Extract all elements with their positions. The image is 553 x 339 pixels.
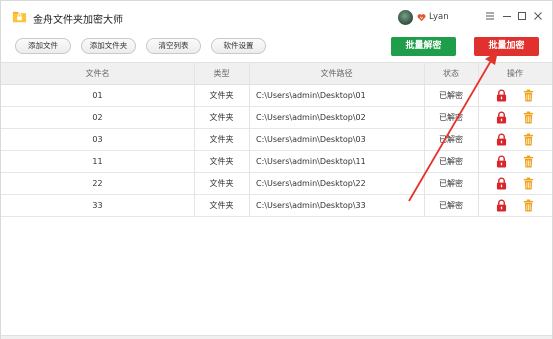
trash-icon[interactable] xyxy=(523,89,534,102)
cell-type: 文件夹 xyxy=(209,201,234,210)
title-bar: 金舟文件夹加密大师 Lyan xyxy=(1,1,552,34)
cell-path: C:\Users\admin\Desktop\11 xyxy=(256,157,366,166)
lock-icon[interactable] xyxy=(496,111,507,124)
app-window: 金舟文件夹加密大师 Lyan 添加文件 添加文件夹 清空列表 软件设置 批量解密… xyxy=(0,0,553,339)
batch-decrypt-button[interactable]: 批量解密 xyxy=(391,37,456,56)
header-name[interactable]: 文件名 xyxy=(1,63,194,84)
clear-list-button[interactable]: 清空列表 xyxy=(146,38,201,54)
lock-icon[interactable] xyxy=(496,89,507,102)
table-row[interactable]: 33 文件夹 C:\Users\admin\Desktop\33 已解密 xyxy=(1,195,552,217)
close-icon[interactable] xyxy=(532,10,544,22)
lock-icon[interactable] xyxy=(496,199,507,212)
cell-status: 已解密 xyxy=(439,157,463,166)
toolbar: 添加文件 添加文件夹 清空列表 软件设置 批量解密 批量加密 xyxy=(1,34,552,62)
status-bar xyxy=(1,335,552,339)
trash-icon[interactable] xyxy=(523,155,534,168)
lock-icon[interactable] xyxy=(496,177,507,190)
trash-icon[interactable] xyxy=(523,199,534,212)
trash-icon[interactable] xyxy=(523,111,534,124)
folder-lock-icon xyxy=(12,11,27,23)
settings-button[interactable]: 软件设置 xyxy=(211,38,266,54)
cell-name: 01 xyxy=(92,91,103,100)
header-action: 操作 xyxy=(507,69,523,78)
trash-icon[interactable] xyxy=(523,133,534,146)
cell-status: 已解密 xyxy=(439,91,463,100)
table-row[interactable]: 02 文件夹 C:\Users\admin\Desktop\02 已解密 xyxy=(1,107,552,129)
batch-encrypt-button[interactable]: 批量加密 xyxy=(474,37,539,56)
avatar[interactable] xyxy=(398,10,413,25)
cell-action xyxy=(478,195,552,216)
table-row[interactable]: 03 文件夹 C:\Users\admin\Desktop\03 已解密 xyxy=(1,129,552,151)
add-file-button[interactable]: 添加文件 xyxy=(15,38,71,54)
cell-action xyxy=(478,129,552,150)
table-row[interactable]: 11 文件夹 C:\Users\admin\Desktop\11 已解密 xyxy=(1,151,552,173)
header-status[interactable]: 状态 xyxy=(424,63,478,84)
lock-icon[interactable] xyxy=(496,133,507,146)
trash-icon[interactable] xyxy=(523,177,534,190)
cell-name: 33 xyxy=(92,201,103,210)
cell-name: 03 xyxy=(92,135,103,144)
cell-action xyxy=(478,85,552,106)
cell-path: C:\Users\admin\Desktop\03 xyxy=(256,135,366,144)
cell-type: 文件夹 xyxy=(209,179,234,188)
cell-status: 已解密 xyxy=(439,201,463,210)
cell-type: 文件夹 xyxy=(209,113,234,122)
maximize-icon[interactable] xyxy=(516,10,528,22)
cell-action xyxy=(478,107,552,128)
app-title: 金舟文件夹加密大师 xyxy=(33,15,123,26)
cell-path: C:\Users\admin\Desktop\22 xyxy=(256,179,366,188)
menu-icon[interactable] xyxy=(484,10,496,22)
cell-path: C:\Users\admin\Desktop\33 xyxy=(256,201,366,210)
cell-status: 已解密 xyxy=(439,113,463,122)
minimize-icon[interactable] xyxy=(501,10,513,22)
vip-heart-icon xyxy=(417,14,426,22)
table-row[interactable]: 22 文件夹 C:\Users\admin\Desktop\22 已解密 xyxy=(1,173,552,195)
cell-action xyxy=(478,151,552,172)
cell-path: C:\Users\admin\Desktop\01 xyxy=(256,91,366,100)
cell-status: 已解密 xyxy=(439,179,463,188)
cell-status: 已解密 xyxy=(439,135,463,144)
table-header: 文件名 类型 文件路径 状态 操作 xyxy=(1,62,552,85)
header-path[interactable]: 文件路径 xyxy=(249,63,424,84)
cell-type: 文件夹 xyxy=(209,91,234,100)
cell-name: 11 xyxy=(92,157,103,166)
add-folder-button[interactable]: 添加文件夹 xyxy=(81,38,136,54)
cell-path: C:\Users\admin\Desktop\02 xyxy=(256,113,366,122)
cell-action xyxy=(478,173,552,194)
cell-type: 文件夹 xyxy=(209,157,234,166)
user-name[interactable]: Lyan xyxy=(429,12,449,22)
cell-name: 02 xyxy=(92,113,103,122)
cell-name: 22 xyxy=(92,179,103,188)
table-row[interactable]: 01 文件夹 C:\Users\admin\Desktop\01 已解密 xyxy=(1,85,552,107)
lock-icon[interactable] xyxy=(496,155,507,168)
header-type[interactable]: 类型 xyxy=(194,63,249,84)
cell-type: 文件夹 xyxy=(209,135,234,144)
